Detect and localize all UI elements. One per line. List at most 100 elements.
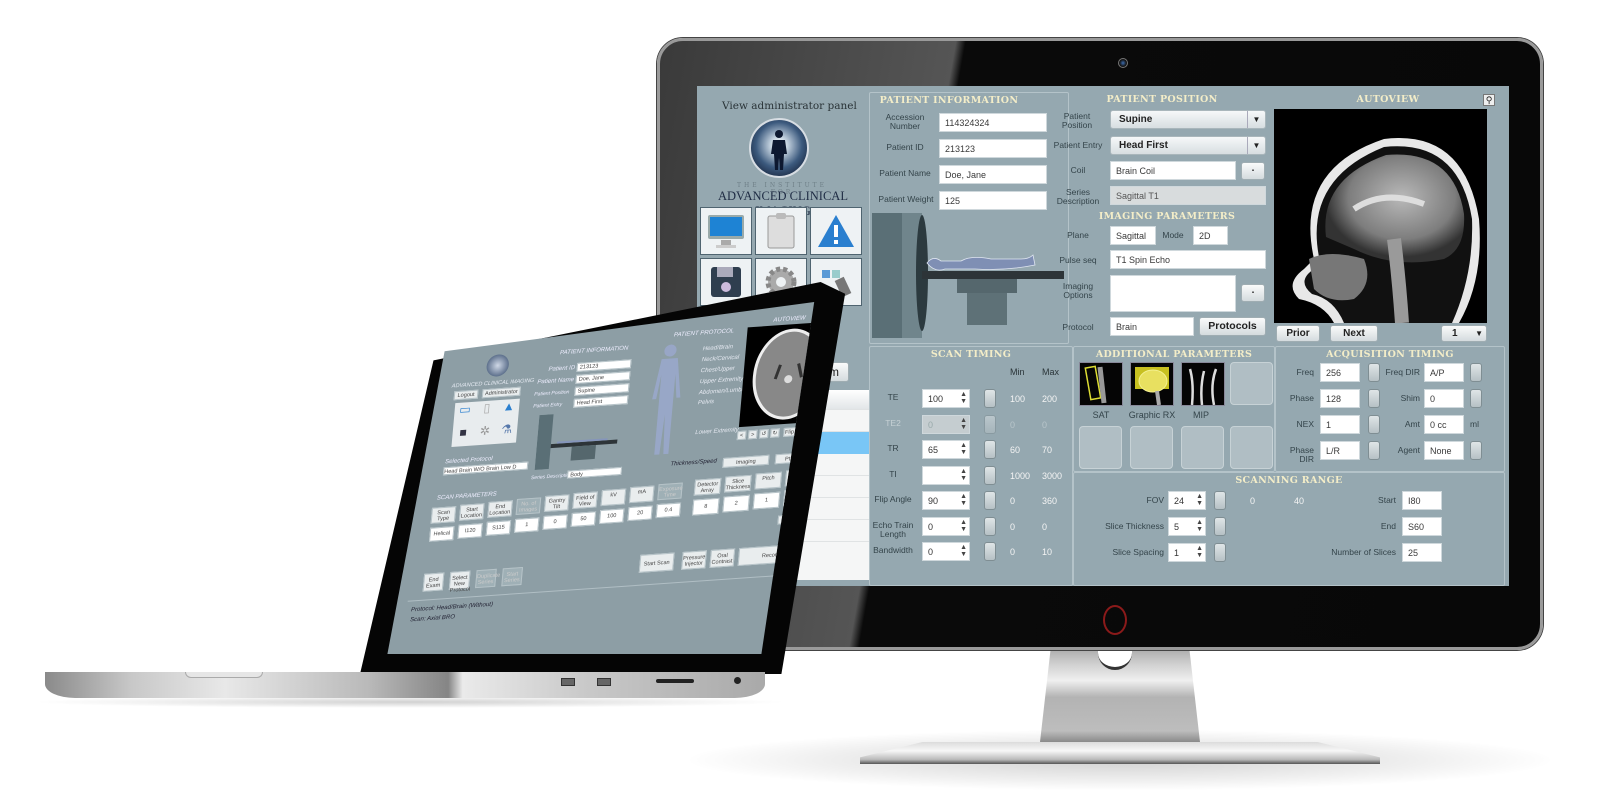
acq-input[interactable]: 0	[1424, 389, 1464, 408]
empty-tile[interactable]	[1181, 426, 1224, 469]
param-header[interactable]: mA	[628, 485, 655, 504]
view-control-rotate-left-icon[interactable]: ↺	[758, 429, 769, 439]
scan-param-spinner[interactable]: ▲ ▼	[922, 465, 970, 485]
body-region-label[interactable]: Abdomen/Lumbar	[699, 387, 748, 396]
coil-input[interactable]: Brain Coil	[1110, 161, 1236, 180]
spinner-arrows-icon[interactable]: ▲ ▼	[960, 468, 967, 482]
scan-param-spinner[interactable]: 100 ▲ ▼	[922, 389, 970, 408]
view-control-rotate-right-icon[interactable]: ↻	[770, 428, 780, 438]
scan-param-toggle[interactable]	[984, 389, 996, 408]
scan-param-toggle[interactable]	[984, 491, 996, 510]
acq-input[interactable]: 0 cc	[1424, 415, 1464, 434]
param-value[interactable]: 0.4	[655, 502, 682, 519]
acq-input[interactable]: 256	[1320, 363, 1360, 382]
action-button[interactable]: Select New Protocol	[448, 570, 471, 594]
scan-param-spinner[interactable]: 65 ▲ ▼	[922, 440, 970, 459]
thickness-value[interactable]: 2	[722, 494, 750, 513]
prior-button[interactable]: Prior	[1276, 325, 1320, 342]
range-toggle[interactable]	[1214, 517, 1226, 536]
scan-param-spinner[interactable]: 90 ▲ ▼	[922, 491, 970, 510]
laptop-admin-button[interactable]: Administrator	[481, 386, 521, 399]
power-button-icon[interactable]	[1103, 605, 1127, 635]
range-toggle[interactable]	[1214, 543, 1226, 562]
param-header[interactable]: Scan Type	[430, 506, 457, 524]
scan-param-spinner[interactable]: 0 ▲ ▼	[922, 542, 970, 561]
param-value[interactable]: 1	[514, 517, 540, 533]
scan-param-spinner[interactable]: 0 ▲ ▼	[922, 516, 970, 536]
coil-browse-button[interactable]: .	[1241, 162, 1265, 180]
thickness-header[interactable]: Pitch	[754, 471, 783, 490]
monitor-icon[interactable]: ▭	[453, 402, 476, 425]
laptop-patient-name-input[interactable]: Doe, Jane	[575, 371, 631, 384]
patient-weight-input[interactable]: 125	[939, 191, 1047, 210]
thickness-value[interactable]: 8	[691, 497, 720, 516]
param-value[interactable]: S115	[485, 520, 512, 536]
floppy-disk-icon[interactable]: ■	[451, 424, 474, 447]
scan-param-toggle[interactable]	[984, 440, 996, 459]
thickness-header[interactable]: Detector Array	[693, 477, 722, 496]
patient-position-select[interactable]: Supine ▼	[1110, 110, 1266, 129]
mode-input[interactable]: 2D	[1193, 226, 1228, 245]
thickness-value[interactable]: 1	[752, 491, 781, 510]
next-button[interactable]: Next	[1330, 325, 1378, 342]
protocols-button[interactable]: Protocols	[1199, 317, 1266, 336]
acq-input[interactable]: L/R	[1320, 441, 1360, 460]
oral-contrast-button[interactable]: Oral Contrast	[709, 548, 736, 568]
spinner-arrows-icon[interactable]: ▲ ▼	[1196, 519, 1203, 533]
spinner-arrows-icon[interactable]: ▲ ▼	[960, 544, 967, 558]
injector-icon[interactable]: ⚗	[495, 421, 518, 444]
param-value[interactable]: 0	[542, 514, 568, 530]
spinner-arrows-icon[interactable]: ▲ ▼	[960, 519, 967, 533]
scan-param-toggle[interactable]	[984, 516, 996, 536]
body-region-label[interactable]: Upper Extremity	[699, 376, 743, 385]
laptop-patient-id-input[interactable]: 213123	[576, 359, 632, 372]
body-region-label[interactable]: Lower Extremity	[695, 427, 739, 436]
laptop-patient-entry-select[interactable]: Head First	[573, 395, 629, 408]
scan-param-toggle[interactable]	[984, 465, 996, 485]
param-value[interactable]: 50	[570, 511, 597, 528]
protocol-input[interactable]: Brain	[1110, 317, 1194, 336]
admin-panel-link[interactable]: View administrator panel	[722, 100, 857, 112]
spinner-arrows-icon[interactable]: ▲ ▼	[960, 417, 967, 431]
thickness-header[interactable]: Slice Thickness	[724, 474, 752, 493]
sat-thumbnail[interactable]	[1079, 362, 1123, 406]
patient-name-input[interactable]: Doe, Jane	[939, 165, 1047, 184]
body-region-label[interactable]: Pelvis	[698, 399, 715, 406]
warning-icon[interactable]	[810, 207, 862, 255]
imaging-options-input[interactable]	[1110, 275, 1236, 312]
acq-toggle[interactable]	[1470, 441, 1482, 460]
param-header[interactable]: End Location	[487, 500, 513, 518]
param-header[interactable]: Gantry Tilt	[543, 494, 570, 512]
spinner-arrows-icon[interactable]: ▲ ▼	[960, 493, 967, 507]
body-region-label[interactable]: Neck/Cervical	[701, 355, 739, 364]
mip-thumbnail[interactable]	[1181, 362, 1225, 406]
range-toggle[interactable]	[1214, 491, 1226, 510]
view-control-previous-icon[interactable]: <	[736, 430, 747, 441]
list-item[interactable]	[797, 542, 869, 564]
param-header[interactable]: No. of Images	[515, 497, 542, 515]
acq-input[interactable]: A/P	[1424, 363, 1464, 382]
param-value[interactable]: 100	[598, 508, 625, 525]
monitor-icon[interactable]	[700, 207, 752, 255]
plane-input[interactable]: Sagittal	[1110, 226, 1156, 245]
acq-toggle[interactable]	[1470, 363, 1482, 382]
warning-icon[interactable]: ▲	[497, 399, 520, 422]
range-input[interactable]: I80	[1402, 491, 1442, 510]
laptop-patient-position-select[interactable]: Supine	[574, 383, 630, 396]
patient-entry-select[interactable]: Head First ▼	[1110, 136, 1266, 155]
body-region-label[interactable]: Chest/Upper	[700, 366, 735, 374]
param-header[interactable]: Exposure Time	[657, 482, 683, 501]
patient-id-input[interactable]: 213123	[939, 139, 1047, 158]
acq-toggle[interactable]	[1368, 389, 1380, 408]
empty-tile[interactable]	[1230, 426, 1273, 469]
param-header[interactable]: kV	[600, 488, 627, 507]
image-index-select[interactable]: 1 ▼	[1441, 325, 1487, 342]
empty-tile[interactable]	[1230, 362, 1273, 405]
param-value[interactable]: I120	[457, 523, 483, 539]
acq-toggle[interactable]	[1368, 415, 1380, 434]
empty-tile[interactable]	[1130, 426, 1173, 469]
start-scan-button[interactable]: Start Scan	[638, 552, 675, 573]
param-header[interactable]: Start Location	[458, 503, 485, 521]
spinner-arrows-icon[interactable]: ▲ ▼	[1196, 545, 1203, 559]
spinner-arrows-icon[interactable]: ▲ ▼	[1196, 493, 1203, 507]
